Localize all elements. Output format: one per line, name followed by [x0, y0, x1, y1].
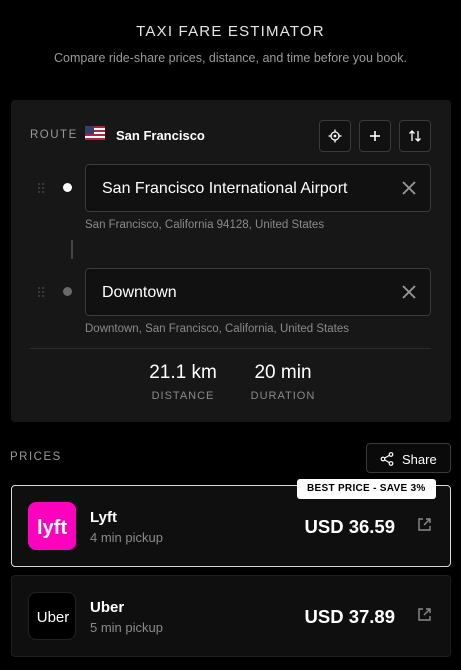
- pickup-time: 5 min pickup: [90, 620, 163, 635]
- plus-icon: [370, 131, 380, 141]
- page-subtitle: Compare ride-share prices, distance, and…: [54, 51, 407, 65]
- external-link-icon[interactable]: [417, 607, 432, 622]
- destination-drag-handle-icon[interactable]: [37, 285, 45, 297]
- share-button[interactable]: Share: [366, 443, 451, 473]
- destination-field[interactable]: Downtown: [85, 268, 431, 316]
- route-divider: [30, 348, 431, 349]
- svg-text:Uber: Uber: [37, 609, 70, 626]
- external-link-icon[interactable]: [417, 517, 432, 532]
- page-title: TAXI FARE ESTIMATOR: [136, 23, 325, 40]
- share-icon: [380, 452, 394, 466]
- origin-field[interactable]: San Francisco International Airport: [85, 164, 431, 212]
- distance-label: DISTANCE: [151, 390, 215, 402]
- origin-drag-handle-icon[interactable]: [37, 181, 45, 193]
- price-card-lyft[interactable]: BEST PRICE - SAVE 3% lyft Lyft 4 min pic…: [11, 479, 451, 567]
- destination-clear-icon[interactable]: [402, 285, 416, 299]
- us-flag-icon: [85, 126, 105, 140]
- prices-label: PRICES: [10, 451, 62, 463]
- distance-stat: 21.1 km DISTANCE: [141, 362, 225, 402]
- duration-stat: 20 min DURATION: [241, 362, 325, 402]
- duration-label: DURATION: [250, 390, 316, 402]
- price-card-uber[interactable]: Uber Uber 5 min pickup USD 37.89: [11, 575, 451, 657]
- fare-price: USD 36.59: [304, 516, 396, 537]
- destination-dot-icon: [63, 287, 72, 296]
- route-city: San Francisco: [116, 128, 205, 143]
- origin-dot-icon: [63, 183, 72, 192]
- locate-button[interactable]: [319, 120, 351, 152]
- lyft-logo: lyft: [28, 502, 76, 550]
- swap-icon: [409, 130, 421, 142]
- origin-value[interactable]: San Francisco International Airport: [102, 180, 347, 198]
- pickup-time: 4 min pickup: [90, 530, 163, 545]
- route-label: ROUTE: [30, 129, 78, 141]
- svg-text:lyft: lyft: [37, 517, 67, 539]
- share-label: Share: [402, 452, 437, 467]
- distance-value: 21.1 km: [149, 362, 217, 383]
- provider-name: Uber: [90, 599, 125, 616]
- duration-value: 20 min: [254, 362, 312, 383]
- best-price-badge: BEST PRICE - SAVE 3%: [297, 479, 436, 499]
- locate-icon: [328, 129, 342, 143]
- origin-clear-icon[interactable]: [402, 181, 416, 195]
- destination-subtext: Downtown, San Francisco, California, Uni…: [85, 323, 349, 335]
- provider-name: Lyft: [90, 509, 117, 526]
- origin-subtext: San Francisco, California 94128, United …: [85, 219, 325, 231]
- uber-logo: Uber: [28, 592, 76, 640]
- route-card: ROUTE San Francisco San Francisco Intern…: [11, 100, 451, 422]
- destination-value[interactable]: Downtown: [102, 284, 177, 302]
- fare-price: USD 37.89: [304, 606, 396, 627]
- add-stop-button[interactable]: [359, 120, 391, 152]
- route-connector: [71, 240, 73, 259]
- swap-button[interactable]: [399, 120, 431, 152]
